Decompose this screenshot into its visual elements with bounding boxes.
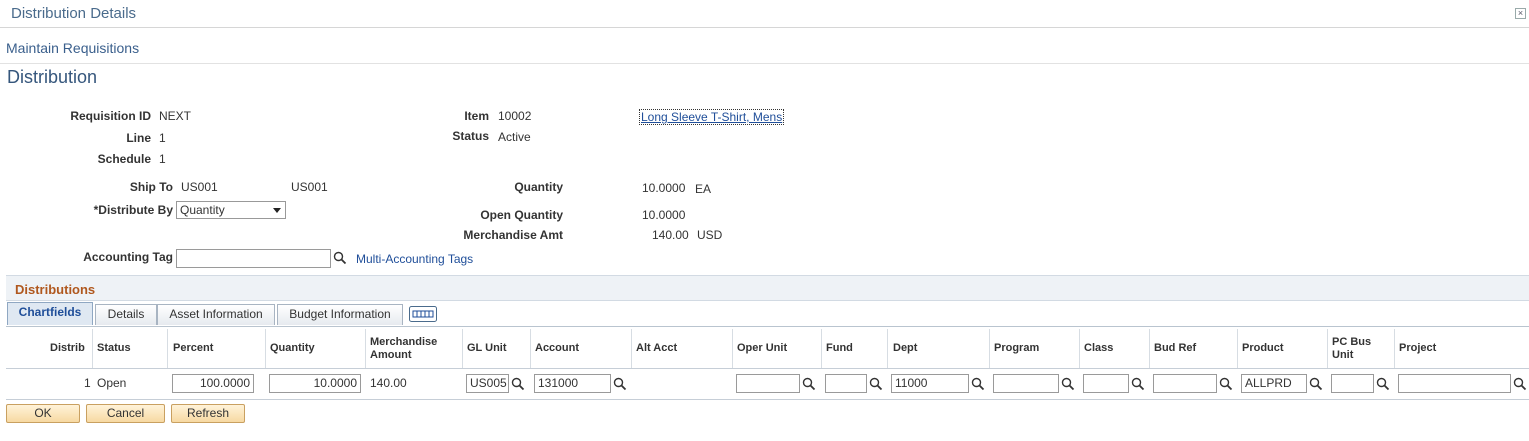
quantity-value: 10.0000 <box>642 181 686 195</box>
modal-title: Distribution Details <box>11 5 137 22</box>
col-status: Status <box>97 342 131 354</box>
cancel-button[interactable]: Cancel <box>86 404 165 423</box>
col-merchandise-amount: Merchandise Amount <box>370 336 438 361</box>
tab-chartfields[interactable]: Chartfields <box>7 302 93 325</box>
line-value: 1 <box>159 131 166 145</box>
col-percent: Percent <box>173 342 214 354</box>
breadcrumb: Maintain Requisitions <box>6 40 140 56</box>
status-label: Status <box>452 129 489 143</box>
search-icon[interactable] <box>1376 377 1390 391</box>
dept-input[interactable]: 11000 <box>891 374 969 393</box>
accounting-tag-label: Accounting Tag <box>83 250 173 264</box>
search-icon[interactable] <box>1131 377 1145 391</box>
ok-button[interactable]: OK <box>6 404 80 423</box>
requisition-id-value: NEXT <box>159 109 192 123</box>
modal-title-bar: Distribution Details × <box>0 0 1529 28</box>
quantity-label: Quantity <box>514 180 563 194</box>
page-title: Distribution <box>7 67 98 87</box>
col-quantity: Quantity <box>270 342 315 354</box>
item-value: 10002 <box>498 109 532 123</box>
grid-title: Distributions <box>15 282 96 297</box>
oper-unit-input[interactable] <box>736 374 800 393</box>
schedule-value: 1 <box>159 152 166 166</box>
quantity-uom: EA <box>695 182 712 196</box>
col-pc-bus-unit: PC Bus Unit <box>1332 336 1372 361</box>
search-icon[interactable] <box>1219 377 1233 391</box>
merchandise-amt-label: Merchandise Amt <box>463 228 563 242</box>
gl-unit-input[interactable]: US005 <box>466 374 509 393</box>
col-bud-ref: Bud Ref <box>1154 342 1197 354</box>
col-product: Product <box>1242 342 1284 354</box>
program-input[interactable] <box>993 374 1059 393</box>
distribute-by-selected: Quantity <box>180 203 225 217</box>
quantity-input[interactable]: 10.0000 <box>269 374 361 393</box>
show-all-columns-icon[interactable] <box>409 306 437 322</box>
row-status: Open <box>97 376 127 390</box>
close-icon[interactable]: × <box>1515 8 1526 19</box>
percent-input[interactable]: 100.0000 <box>172 374 254 393</box>
item-description-link[interactable]: Long Sleeve T-Shirt, Mens <box>638 109 785 125</box>
search-icon[interactable] <box>1061 377 1075 391</box>
item-description[interactable]: Long Sleeve T-Shirt, Mens <box>638 109 785 125</box>
ship-to-description: US001 <box>291 180 328 194</box>
col-project: Project <box>1399 342 1437 354</box>
col-fund: Fund <box>826 342 853 354</box>
search-icon[interactable] <box>511 377 525 391</box>
search-icon[interactable] <box>802 377 816 391</box>
bud-ref-input[interactable] <box>1153 374 1217 393</box>
pc-bus-unit-input[interactable] <box>1331 374 1374 393</box>
chevron-down-icon <box>273 208 281 213</box>
accounting-tag-input[interactable] <box>176 249 331 268</box>
col-gl-unit: GL Unit <box>467 342 507 354</box>
search-icon[interactable] <box>1309 377 1323 391</box>
search-icon[interactable] <box>869 377 883 391</box>
tab-asset-information[interactable]: Asset Information <box>157 304 275 325</box>
requisition-id-label: Requisition ID <box>70 109 151 123</box>
tab-budget-information[interactable]: Budget Information <box>277 304 403 325</box>
tab-details[interactable]: Details <box>95 304 157 325</box>
row-merchandise-amount: 140.00 <box>370 376 407 390</box>
grid-tabs: Chartfields Details Asset Information Bu… <box>6 302 1529 325</box>
distribute-by-select[interactable]: Quantity <box>176 201 286 219</box>
item-label: Item <box>464 109 489 123</box>
search-icon[interactable] <box>971 377 985 391</box>
line-label: Line <box>126 131 151 145</box>
ship-to-value: US001 <box>181 180 218 194</box>
class-input[interactable] <box>1083 374 1129 393</box>
search-icon[interactable] <box>1513 377 1527 391</box>
col-distrib: Distrib <box>50 342 85 354</box>
col-dept: Dept <box>893 342 918 354</box>
col-program: Program <box>994 342 1040 354</box>
fund-input[interactable] <box>825 374 867 393</box>
col-alt-acct: Alt Acct <box>636 342 678 354</box>
open-quantity-value: 10.0000 <box>642 208 686 222</box>
refresh-button[interactable]: Refresh <box>171 404 245 423</box>
col-class: Class <box>1084 342 1114 354</box>
row-distrib: 1 <box>84 376 91 390</box>
col-oper-unit: Oper Unit <box>737 342 788 354</box>
search-icon[interactable] <box>613 377 627 391</box>
product-input[interactable]: ALLPRD <box>1241 374 1307 393</box>
divider <box>0 63 1529 64</box>
distributions-grid-header: Distributions <box>6 275 1529 301</box>
account-input[interactable]: 131000 <box>534 374 611 393</box>
distribute-by-label: *Distribute By <box>93 203 173 217</box>
ship-to-label: Ship To <box>129 180 173 194</box>
multi-accounting-tags-link[interactable]: Multi-Accounting Tags <box>356 252 473 266</box>
merchandise-amt-value: 140.00 <box>652 228 689 242</box>
search-icon[interactable] <box>333 251 347 265</box>
col-account: Account <box>535 342 579 354</box>
schedule-label: Schedule <box>97 152 151 166</box>
status-value: Active <box>498 130 531 144</box>
currency-code: USD <box>697 228 723 242</box>
open-quantity-label: Open Quantity <box>480 208 563 222</box>
project-input[interactable] <box>1398 374 1511 393</box>
